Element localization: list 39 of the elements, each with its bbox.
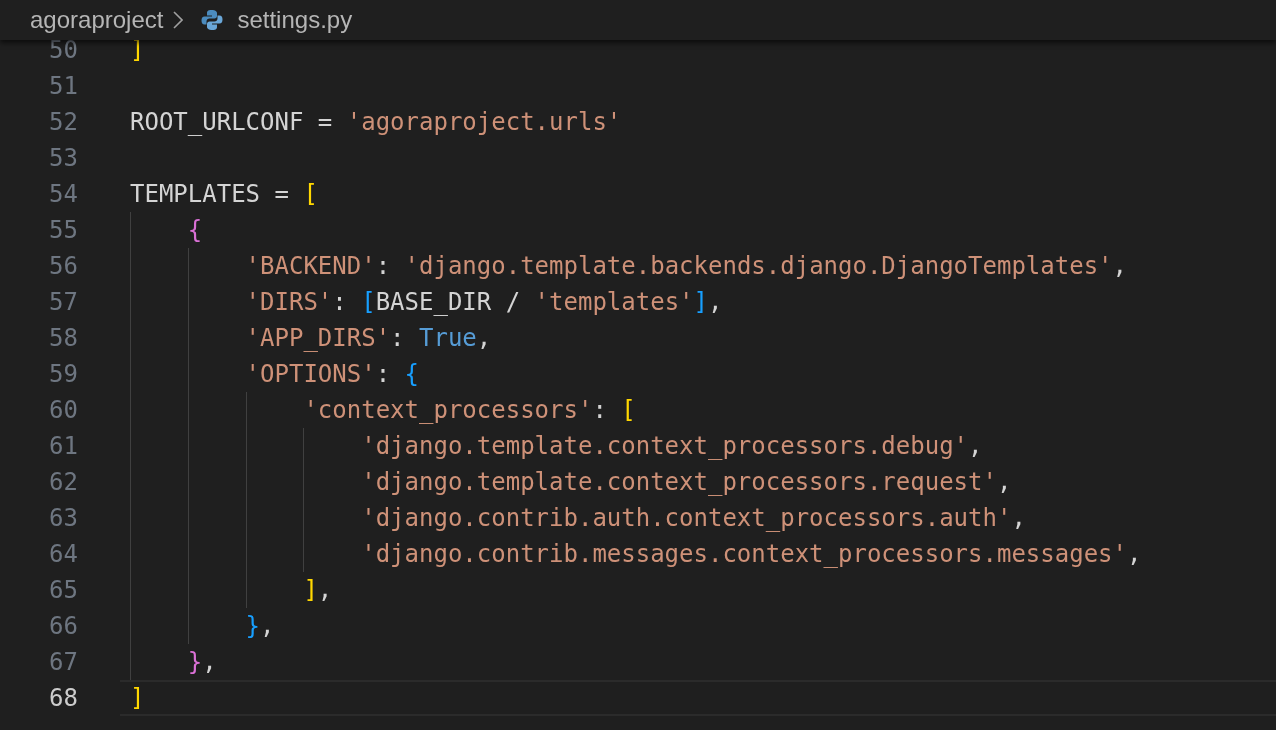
line-number: 58 — [48, 323, 78, 354]
line-number: 66 — [48, 611, 78, 642]
line-number: 67 — [48, 647, 78, 678]
line-number: 59 — [48, 359, 78, 390]
code-line: 'context_processors': [ — [302, 396, 636, 424]
line-number: 57 — [48, 287, 78, 318]
code-line: }, — [244, 612, 275, 640]
breadcrumb-folder[interactable]: agoraproject — [30, 6, 164, 34]
line-number: 64 — [48, 539, 78, 570]
code-line: 'OPTIONS': { — [244, 360, 419, 388]
code-line: 'DIRS': [BASE_DIR / 'templates'], — [244, 288, 723, 316]
code-line: 'django.contrib.auth.context_processors.auth', — [360, 504, 1026, 532]
python-file-icon — [201, 9, 224, 31]
line-number: 61 — [48, 431, 78, 462]
line-number: 55 — [48, 215, 78, 246]
code-line: 'django.template.context_processors.request', — [360, 468, 1012, 496]
line-number: 63 — [48, 503, 78, 534]
code-line: { — [186, 216, 203, 244]
code-line: 'django.contrib.messages.context_processors.messages', — [360, 540, 1142, 568]
code-line: }, — [186, 648, 217, 676]
code-line: ], — [302, 576, 333, 604]
chevron-icon — [173, 11, 184, 29]
line-number: 50 — [48, 35, 78, 66]
code-line: 'BACKEND': 'django.template.backends.django.DjangoTemplates', — [244, 252, 1127, 280]
breadcrumb-file[interactable]: settings.py — [237, 6, 353, 34]
line-number: 65 — [48, 575, 78, 606]
line-number: 56 — [48, 251, 78, 282]
code-line: 'APP_DIRS': True, — [244, 324, 492, 352]
code-line: 'django.template.context_processors.debug', — [360, 432, 983, 460]
line-number: 60 — [48, 395, 78, 426]
line-number: 53 — [48, 143, 78, 174]
line-number: 68 — [48, 683, 78, 714]
line-number: 52 — [48, 107, 78, 138]
line-number: 54 — [48, 179, 78, 210]
code-line: TEMPLATES = [ — [130, 180, 318, 208]
line-number: 62 — [48, 467, 78, 498]
code-line: ROOT_URLCONF = 'agoraproject.urls' — [130, 108, 622, 136]
line-number: 51 — [48, 71, 78, 102]
code-line: ] — [130, 684, 145, 712]
